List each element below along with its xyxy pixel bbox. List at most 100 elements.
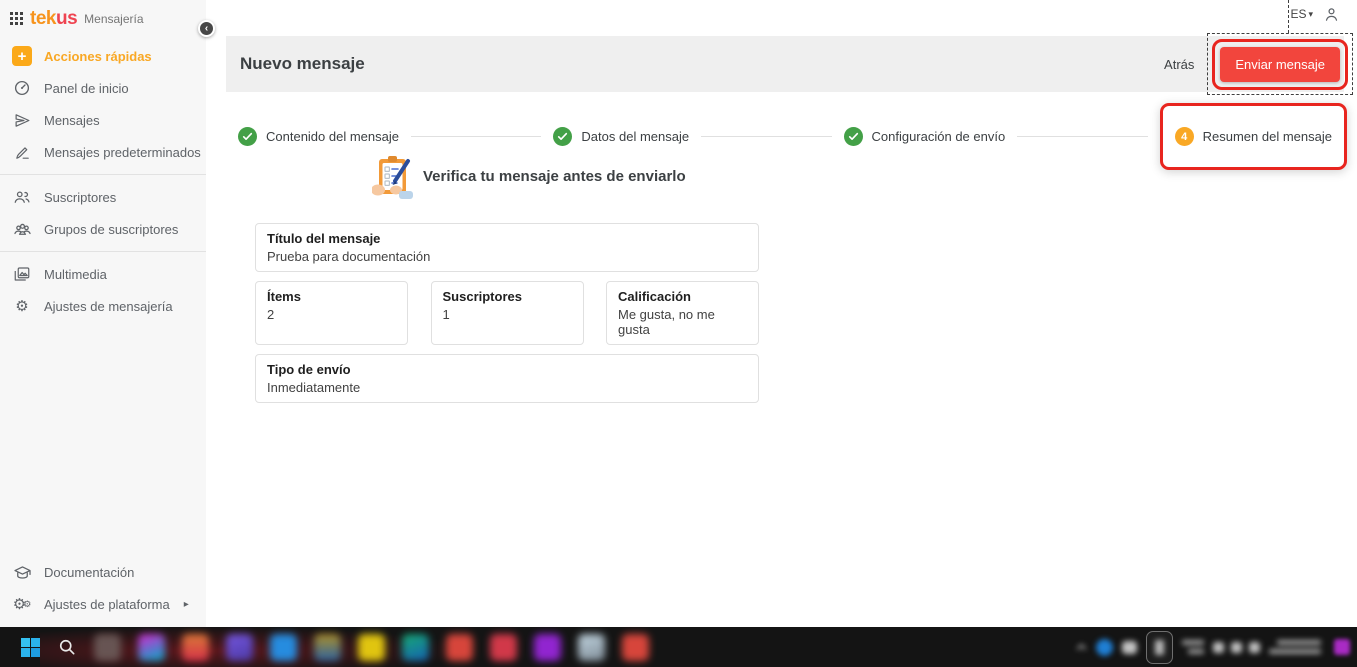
send-message-button[interactable]: Enviar mensaje (1220, 47, 1340, 82)
taskbar-app-icon[interactable] (314, 634, 341, 661)
app-window: tekus Mensajería + Acciones rápidas Pane… (0, 0, 1357, 667)
back-button[interactable]: Atrás (1154, 49, 1204, 80)
system-tray (1076, 627, 1357, 667)
sidebar-item-ajustes-de-plataforma[interactable]: ⚙⚙ Ajustes de plataforma ▸ (0, 588, 206, 620)
summary-card-suscriptores: Suscriptores 1 (431, 281, 584, 345)
taskbar-app-icon[interactable] (182, 634, 209, 661)
sidebar-item-label: Documentación (44, 565, 134, 580)
step-label: Resumen del mensaje (1203, 129, 1332, 144)
summary-cards: Título del mensaje Prueba para documenta… (255, 223, 759, 403)
sidebar-collapse-button[interactable]: ‹ (198, 20, 215, 37)
sidebar-item-documentacion[interactable]: Documentación (0, 556, 206, 588)
taskbar-app-icon[interactable] (490, 634, 517, 661)
search-icon[interactable] (57, 637, 77, 657)
taskbar-app-icon[interactable] (534, 634, 561, 661)
verify-section: Verifica tu mensaje antes de enviarlo (372, 154, 1357, 199)
dashboard-icon (12, 78, 32, 98)
field-label: Título del mensaje (267, 231, 747, 246)
taskbar-app-icon[interactable] (226, 634, 253, 661)
summary-card-titulo: Título del mensaje Prueba para documenta… (255, 223, 759, 272)
user-account-button[interactable] (1323, 5, 1340, 24)
tray-expand-icon[interactable] (1076, 643, 1087, 651)
check-circle-icon (844, 127, 863, 146)
sidebar-item-label: Mensajes predeterminados (44, 145, 201, 160)
submenu-arrow-icon: ▸ (184, 599, 189, 610)
summary-card-calificacion: Calificación Me gusta, no me gusta (606, 281, 759, 345)
step-number-badge: 4 (1175, 127, 1194, 146)
sidebar-item-acciones-rapidas[interactable]: + Acciones rápidas (0, 40, 206, 72)
send-button-wrap: Enviar mensaje (1220, 47, 1340, 82)
field-value: Inmediatamente (267, 380, 747, 395)
tray-input-indicator[interactable] (1182, 640, 1204, 654)
field-value: Me gusta, no me gusta (618, 307, 747, 337)
topbar: ES▾ (206, 0, 1357, 36)
plus-icon: + (12, 46, 32, 66)
sidebar-item-ajustes-de-mensajeria[interactable]: ⚙ Ajustes de mensajería (0, 290, 206, 322)
tray-app-icon[interactable] (1096, 639, 1113, 656)
person-icon (1323, 5, 1340, 24)
sidebar-item-grupos-de-suscriptores[interactable]: Grupos de suscriptores (0, 213, 206, 245)
language-selector[interactable]: ES▾ (1290, 7, 1313, 21)
windows-taskbar (0, 627, 1357, 667)
taskbar-apps (0, 627, 649, 667)
taskbar-app-icon[interactable] (402, 634, 429, 661)
taskbar-app-icon[interactable] (622, 634, 649, 661)
chevron-down-icon: ▾ (1308, 9, 1313, 20)
media-icon (12, 264, 32, 284)
step-connector (1017, 136, 1147, 137)
field-value: 1 (443, 307, 572, 322)
windows-start-button[interactable] (21, 638, 40, 657)
sidebar-item-mensajes[interactable]: Mensajes (0, 104, 206, 136)
field-label: Suscriptores (443, 289, 572, 304)
field-value: Prueba para documentación (267, 249, 747, 264)
sidebar-divider (0, 251, 206, 252)
field-label: Calificación (618, 289, 747, 304)
send-icon (12, 110, 32, 130)
header-actions: Atrás Enviar mensaje (1154, 47, 1340, 82)
page-title: Nuevo mensaje (240, 54, 365, 74)
people-icon (12, 187, 32, 207)
check-circle-icon (238, 127, 257, 146)
taskbar-app-icon[interactable] (446, 634, 473, 661)
sidebar-item-label: Mensajes (44, 113, 100, 128)
tray-highlighted-icon[interactable] (1146, 631, 1173, 664)
taskbar-app-icon[interactable] (138, 634, 165, 661)
taskbar-app-icon[interactable] (94, 634, 121, 661)
clock-date-display[interactable] (1269, 640, 1321, 654)
field-value: 2 (267, 307, 396, 322)
sidebar-item-mensajes-predeterminados[interactable]: Mensajes predeterminados (0, 136, 206, 168)
taskbar-app-icon[interactable] (578, 634, 605, 661)
sidebar-item-label: Multimedia (44, 267, 107, 282)
field-label: Ítems (267, 289, 396, 304)
sidebar-item-multimedia[interactable]: Multimedia (0, 258, 206, 290)
clipboard-check-illustration (372, 154, 413, 199)
sidebar-item-panel-de-inicio[interactable]: Panel de inicio (0, 72, 206, 104)
sidebar-header: tekus Mensajería (0, 0, 206, 40)
sidebar-item-label: Panel de inicio (44, 81, 129, 96)
tray-status-icons[interactable] (1213, 642, 1260, 653)
step-datos-del-mensaje[interactable]: Datos del mensaje (553, 127, 689, 146)
school-icon (12, 562, 32, 582)
step-label: Configuración de envío (872, 129, 1006, 144)
step-label: Datos del mensaje (581, 129, 689, 144)
sidebar-item-suscriptores[interactable]: Suscriptores (0, 181, 206, 213)
notification-center-icon[interactable] (1334, 639, 1350, 655)
taskbar-app-icon[interactable] (270, 634, 297, 661)
gear-icon: ⚙ (12, 296, 32, 316)
brand-logo[interactable]: tekus (30, 9, 77, 28)
field-label: Tipo de envío (267, 362, 747, 377)
sidebar-item-label: Ajustes de mensajería (44, 299, 173, 314)
step-label: Contenido del mensaje (266, 129, 399, 144)
summary-card-tipo-de-envio: Tipo de envío Inmediatamente (255, 354, 759, 403)
apps-grid-icon[interactable] (10, 12, 23, 25)
step-configuracion-de-envio[interactable]: Configuración de envío (844, 127, 1006, 146)
tray-app-icon[interactable] (1122, 641, 1137, 654)
sidebar: tekus Mensajería + Acciones rápidas Pane… (0, 0, 206, 627)
sidebar-item-label: Suscriptores (44, 190, 116, 205)
step-contenido-del-mensaje[interactable]: Contenido del mensaje (238, 127, 399, 146)
main-content: ES▾ Nuevo mensaje Atrás Enviar mensaje (206, 0, 1357, 627)
step-connector (701, 136, 831, 137)
product-label: Mensajería (84, 12, 143, 26)
draw-icon (12, 142, 32, 162)
taskbar-app-icon[interactable] (358, 634, 385, 661)
